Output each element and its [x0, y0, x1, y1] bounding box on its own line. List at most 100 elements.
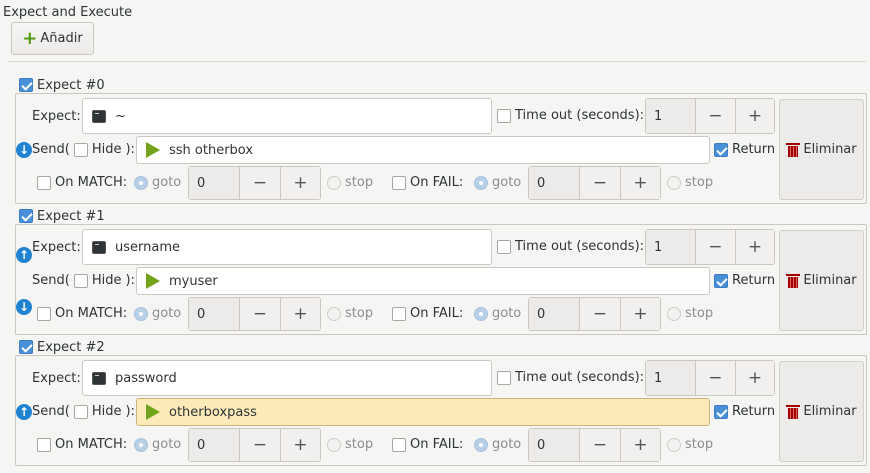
fail-goto-value[interactable]: 0 — [529, 298, 580, 330]
match-goto-value[interactable]: 0 — [189, 429, 240, 461]
send-input[interactable]: otherboxpass — [136, 398, 710, 426]
on-fail-checkbox[interactable]: On FAIL: — [392, 306, 463, 321]
decrement-button[interactable]: − — [579, 429, 620, 461]
on-match-check[interactable] — [37, 306, 51, 321]
on-match-checkbox[interactable]: On MATCH: — [37, 175, 127, 190]
expect-header-0[interactable]: Expect #0 — [19, 77, 109, 93]
return-check[interactable] — [714, 273, 728, 288]
fail-goto-value[interactable]: 0 — [529, 167, 580, 199]
return-check[interactable] — [714, 404, 728, 419]
decrement-button[interactable]: − — [239, 298, 280, 330]
increment-button[interactable]: + — [619, 298, 660, 330]
decrement-button[interactable]: − — [239, 167, 280, 199]
timeout-value[interactable]: 1 — [646, 99, 696, 133]
add-expect-button[interactable]: + Añadir — [11, 22, 94, 55]
increment-button[interactable]: + — [734, 99, 774, 133]
match-goto-radio[interactable]: goto — [134, 306, 181, 321]
match-goto-radio[interactable]: goto — [134, 175, 181, 190]
expect-enable-checkbox[interactable] — [19, 78, 33, 92]
radio-unselected[interactable] — [667, 437, 681, 452]
move-up-icon[interactable]: ↑ — [16, 404, 32, 420]
fail-goto-spinner[interactable]: 0 − + — [528, 166, 661, 200]
decrement-button[interactable]: − — [239, 429, 280, 461]
expect-input[interactable]: ~ — [82, 98, 492, 134]
timeout-checkbox[interactable]: Time out (seconds): — [497, 108, 644, 123]
timeout-check[interactable] — [497, 370, 511, 385]
on-match-checkbox[interactable]: On MATCH: — [37, 306, 127, 321]
match-stop-radio[interactable]: stop — [327, 175, 373, 190]
fail-goto-value[interactable]: 0 — [529, 429, 580, 461]
delete-button[interactable]: Eliminar — [779, 230, 864, 331]
radio-unselected[interactable] — [667, 175, 681, 190]
fail-goto-spinner[interactable]: 0 − + — [528, 428, 661, 462]
timeout-check[interactable] — [497, 239, 511, 254]
radio-unselected[interactable] — [327, 306, 341, 321]
radio-unselected[interactable] — [327, 175, 341, 190]
timeout-check[interactable] — [497, 108, 511, 123]
return-checkbox[interactable]: Return — [714, 142, 775, 157]
fail-goto-radio[interactable]: goto — [474, 437, 521, 452]
return-check[interactable] — [714, 142, 728, 157]
return-checkbox[interactable]: Return — [714, 273, 775, 288]
decrement-button[interactable]: − — [579, 167, 620, 199]
fail-goto-radio[interactable]: goto — [474, 306, 521, 321]
send-input[interactable]: myuser — [136, 267, 710, 295]
expect-header-1[interactable]: Expect #1 — [19, 208, 109, 224]
hide-checkbox[interactable] — [73, 273, 88, 288]
timeout-checkbox[interactable]: Time out (seconds): — [497, 370, 644, 385]
increment-button[interactable]: + — [619, 429, 660, 461]
on-match-check[interactable] — [37, 437, 51, 452]
increment-button[interactable]: + — [734, 361, 774, 395]
expect-input[interactable]: password — [82, 360, 492, 396]
match-stop-radio[interactable]: stop — [327, 437, 373, 452]
radio-selected[interactable] — [134, 175, 148, 190]
decrement-button[interactable]: − — [695, 99, 735, 133]
radio-unselected[interactable] — [327, 437, 341, 452]
match-goto-value[interactable]: 0 — [189, 167, 240, 199]
decrement-button[interactable]: − — [579, 298, 620, 330]
on-match-checkbox[interactable]: On MATCH: — [37, 437, 127, 452]
decrement-button[interactable]: − — [695, 230, 735, 264]
return-checkbox[interactable]: Return — [714, 404, 775, 419]
hide-checkbox[interactable] — [73, 142, 88, 157]
match-stop-radio[interactable]: stop — [327, 306, 373, 321]
move-down-icon[interactable]: ↓ — [16, 142, 32, 158]
match-goto-spinner[interactable]: 0 − + — [188, 166, 321, 200]
on-fail-check[interactable] — [392, 306, 406, 321]
send-input[interactable]: ssh otherbox — [136, 136, 710, 164]
on-fail-check[interactable] — [392, 175, 406, 190]
timeout-value[interactable]: 1 — [646, 230, 696, 264]
increment-button[interactable]: + — [279, 429, 320, 461]
fail-goto-radio[interactable]: goto — [474, 175, 521, 190]
timeout-spinner[interactable]: 1 − + — [645, 98, 775, 134]
on-fail-check[interactable] — [392, 437, 406, 452]
fail-stop-radio[interactable]: stop — [667, 175, 713, 190]
match-goto-value[interactable]: 0 — [189, 298, 240, 330]
decrement-button[interactable]: − — [695, 361, 735, 395]
fail-goto-spinner[interactable]: 0 − + — [528, 297, 661, 331]
fail-stop-radio[interactable]: stop — [667, 437, 713, 452]
timeout-value[interactable]: 1 — [646, 361, 696, 395]
delete-button[interactable]: Eliminar — [779, 361, 864, 462]
radio-selected[interactable] — [474, 306, 488, 321]
increment-button[interactable]: + — [279, 298, 320, 330]
radio-selected[interactable] — [474, 175, 488, 190]
on-fail-checkbox[interactable]: On FAIL: — [392, 175, 463, 190]
expect-header-2[interactable]: Expect #2 — [19, 339, 109, 355]
match-goto-spinner[interactable]: 0 − + — [188, 297, 321, 331]
fail-stop-radio[interactable]: stop — [667, 306, 713, 321]
increment-button[interactable]: + — [734, 230, 774, 264]
timeout-spinner[interactable]: 1 − + — [645, 229, 775, 265]
expect-input[interactable]: username — [82, 229, 492, 265]
hide-checkbox[interactable] — [73, 404, 88, 419]
radio-selected[interactable] — [134, 306, 148, 321]
match-goto-radio[interactable]: goto — [134, 437, 181, 452]
expect-enable-checkbox[interactable] — [19, 209, 33, 223]
increment-button[interactable]: + — [279, 167, 320, 199]
on-fail-checkbox[interactable]: On FAIL: — [392, 437, 463, 452]
radio-unselected[interactable] — [667, 306, 681, 321]
delete-button[interactable]: Eliminar — [779, 99, 864, 200]
radio-selected[interactable] — [134, 437, 148, 452]
expect-enable-checkbox[interactable] — [19, 340, 33, 354]
move-down-icon[interactable]: ↓ — [16, 299, 32, 315]
